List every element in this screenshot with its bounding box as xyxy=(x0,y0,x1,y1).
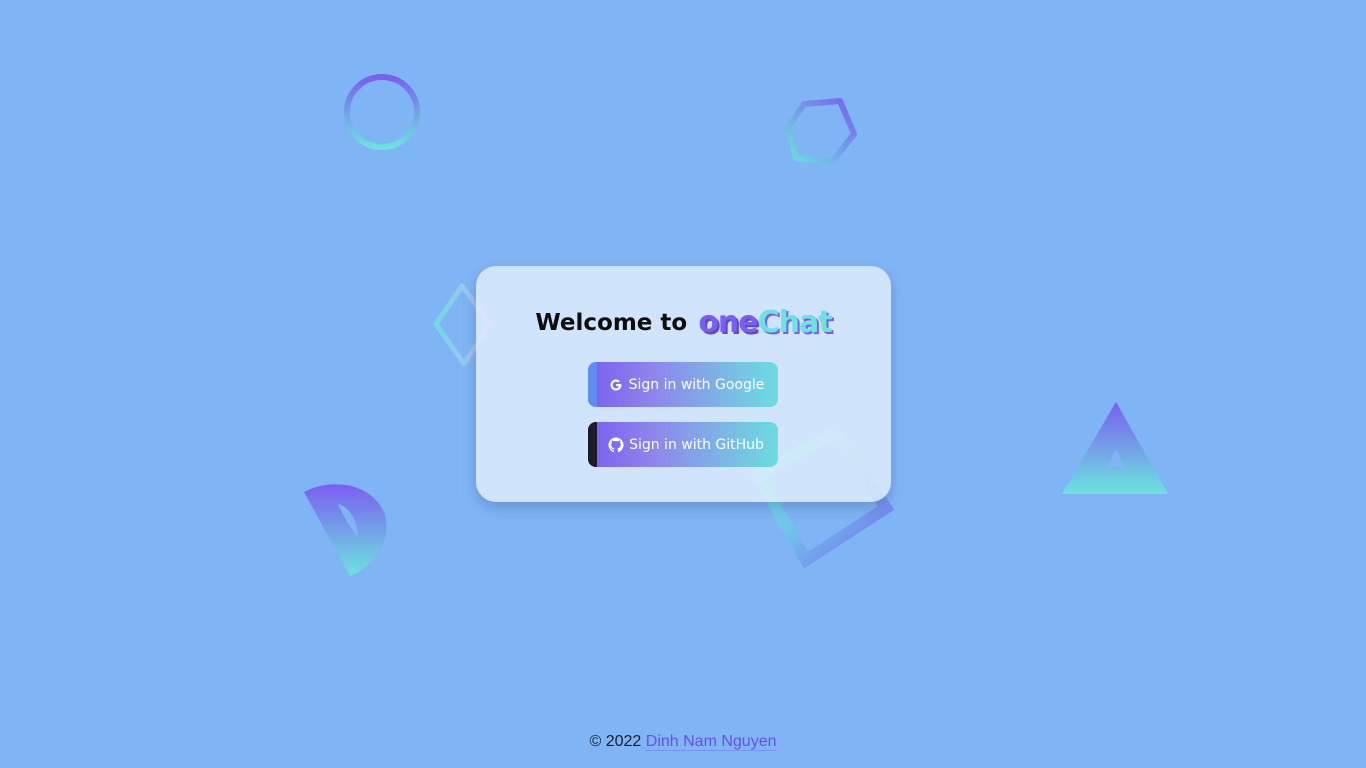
sign-in-google-label: Sign in with Google xyxy=(628,376,765,393)
copyright-text: © 2022 xyxy=(589,733,642,750)
sign-in-github-button[interactable]: Sign in with GitHub xyxy=(588,422,778,467)
sign-in-google-button[interactable]: Sign in with Google xyxy=(588,362,778,407)
ring-shape xyxy=(344,74,420,150)
github-button-accent xyxy=(588,422,597,467)
welcome-text: Welcome to xyxy=(535,310,688,336)
github-icon xyxy=(608,437,624,453)
welcome-title: Welcome to oneChat xyxy=(476,306,891,340)
sign-in-github-label: Sign in with GitHub xyxy=(629,436,764,453)
brand-logo-part1: one xyxy=(698,305,758,340)
brand-logo: oneChat xyxy=(698,305,833,340)
google-button-accent xyxy=(588,362,597,407)
login-page: Welcome to oneChat Sign in with Google S… xyxy=(0,0,1366,768)
triangle-shape xyxy=(1062,402,1168,494)
author-link[interactable]: Dinh Nam Nguyen xyxy=(645,733,777,751)
footer: © 2022 Dinh Nam Nguyen xyxy=(0,733,1366,751)
half-circle-shape xyxy=(304,484,387,576)
login-card: Welcome to oneChat Sign in with Google S… xyxy=(476,266,891,502)
google-icon xyxy=(608,377,624,393)
hexagon-shape xyxy=(785,98,857,165)
brand-logo-part2: Chat xyxy=(757,305,833,340)
